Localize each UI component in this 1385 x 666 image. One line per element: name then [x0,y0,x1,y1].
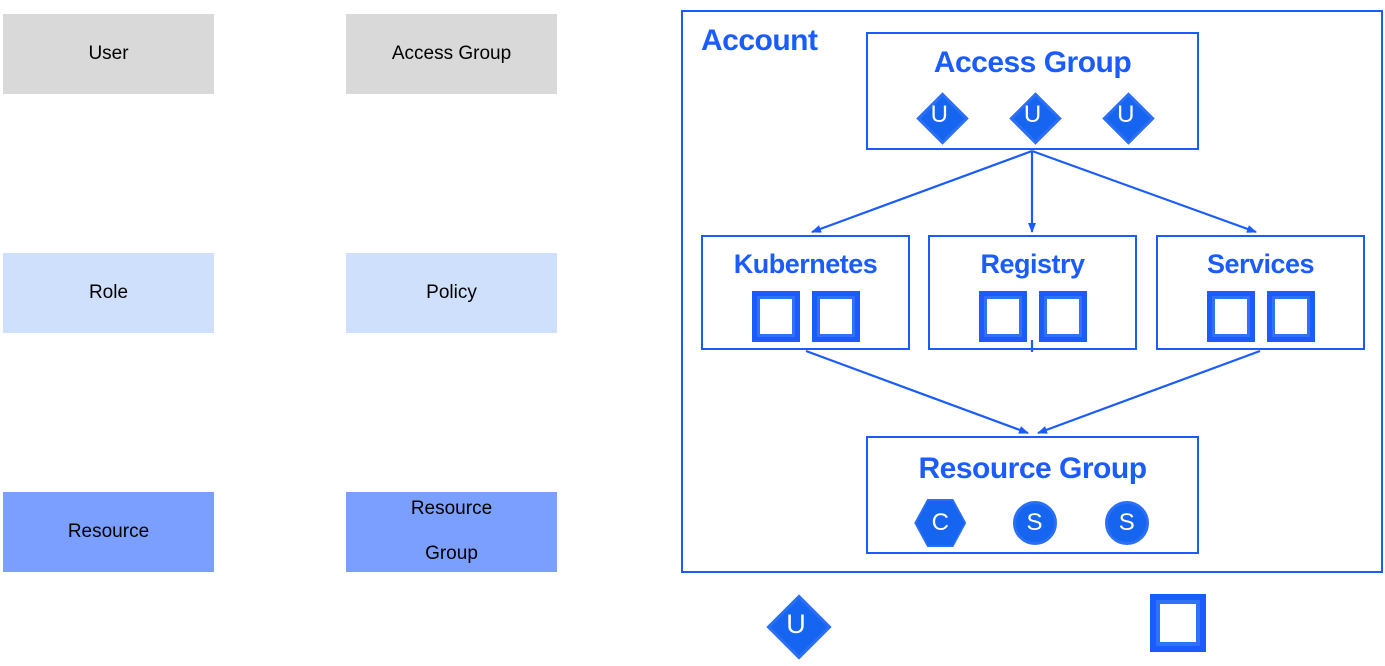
legend-label-access-group: Access Group [391,42,512,64]
user-diamond-icon: U [916,91,969,145]
service-circle-icon: S [1012,501,1057,545]
user-diamond-icon: U [1102,91,1155,145]
legend-label-resource-group-line2: Group [425,543,478,565]
resource-group-members: C S S [868,494,1197,552]
user-glyph: U [930,101,948,128]
registry-box: Registry [928,235,1137,350]
services-resources [1158,287,1363,345]
registry-resources [930,287,1135,345]
service-glyph: S [1026,509,1043,536]
service-glyph: S [1118,509,1135,536]
legend-label-role: Role [88,281,129,303]
resource-square-icon [1266,290,1315,342]
kubernetes-box: Kubernetes [701,235,910,350]
services-title: Services [1206,249,1315,279]
access-group-title: Access Group [933,46,1132,79]
legend-label-resource-group: Resource Group [411,498,492,566]
user-glyph: U [1117,101,1135,128]
access-group-members: U U U [868,87,1197,145]
service-circle-icon: S [1104,501,1149,545]
resource-group-box: Resource Group C S S [866,436,1199,554]
resource-square-icon [1206,290,1255,342]
resource-square-icon [1038,290,1087,342]
services-box: Services [1156,235,1365,350]
registry-title: Registry [980,249,1085,279]
legend-box-policy: Policy [346,253,557,333]
kubernetes-resources [703,287,908,345]
legend-box-resource-group: Resource Group [346,492,557,572]
kubernetes-title: Kubernetes [733,249,878,279]
user-glyph: U [786,608,806,639]
resource-group-title: Resource Group [918,452,1147,485]
legend-box-access-group: Access Group [346,14,557,94]
legend-label-user: User [88,42,129,64]
legend-label-resource: Resource [67,520,150,542]
resource-square-icon [1150,594,1206,652]
cluster-glyph: C [931,509,949,536]
legend-box-resource: Resource [3,492,214,572]
legend-box-role: Role [3,253,214,333]
access-group-box: Access Group U U U [866,32,1199,150]
resource-square-icon [811,290,860,342]
resource-square-icon [978,290,1027,342]
user-diamond-icon: U [1009,91,1062,145]
user-glyph: U [1023,101,1042,128]
legend-box-user: User [3,14,214,94]
account-title: Account [701,24,818,57]
user-diamond-icon: U [766,594,832,660]
legend-label-resource-group-line1: Resource [410,497,493,519]
resource-square-icon [751,290,800,342]
legend-label-policy: Policy [426,281,477,303]
cluster-hexagon-icon: C [914,499,967,547]
diagram-canvas: User Access Group Role Policy Resource R… [0,0,1385,666]
